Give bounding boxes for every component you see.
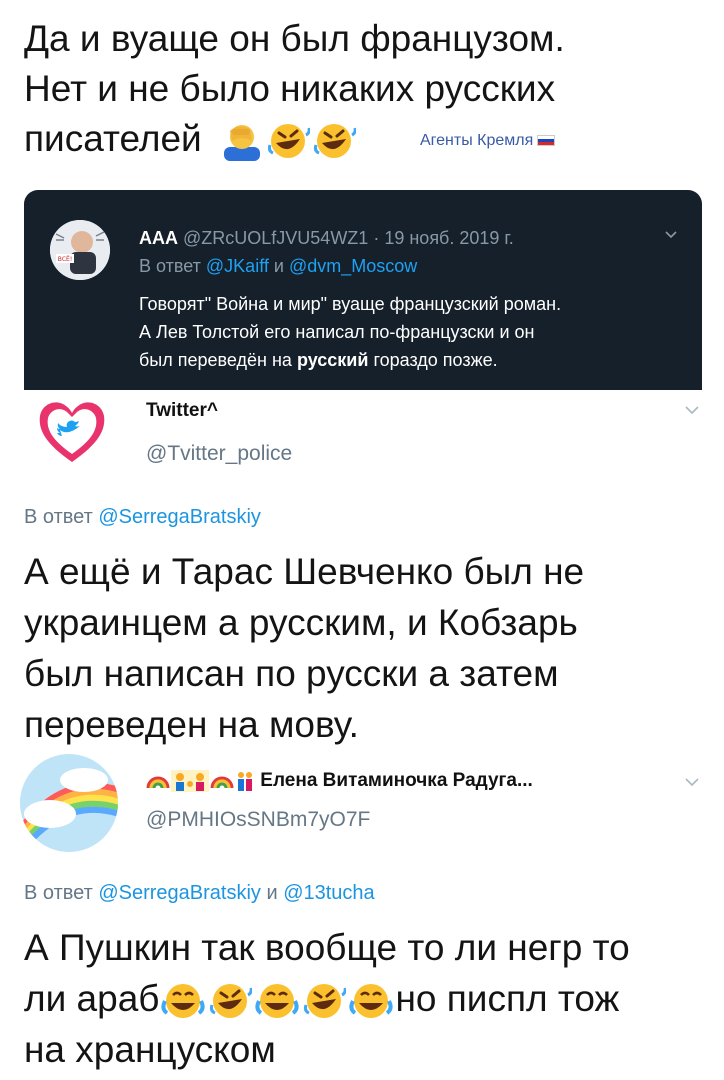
tweet2-reply-line: В ответ @SerregaBratskiy и @13tucha [24,882,375,905]
tweet2-reply-prefix: В ответ [24,882,93,904]
tweet2-name-emojis [146,770,255,792]
rainbow-emoji-icon [146,776,170,788]
tweet2-handle[interactable]: @PMHIOsSNBm7yO7F [146,808,533,832]
tweet2-line-2-end: но писпл тож [395,978,620,1019]
tweet1-handle[interactable]: @Tvitter_police [146,442,292,466]
rofl-emoji-icon [304,984,347,1019]
avatar-badge-text: ВСЁ! [58,256,73,263]
quoted-display-name[interactable]: AAA [139,228,178,248]
tweet2-line-2: ли араб но писпл тож [24,973,704,1024]
tweet2-display-name[interactable]: Елена Витаминочка Радуга... [260,770,533,791]
rofl-emoji-icon [313,124,356,159]
tweet2-user: Елена Витаминочка Радуга... @PMHIOsSNBm7… [146,770,533,832]
quoted-body-line-3: был переведён на русский гораздо позже. [139,346,679,374]
top-post-line-2: Нет и не было никаких русских [24,68,556,109]
tweet2-text-emojis [159,981,395,1021]
tweet2-text: А Пушкин так вообще то ли негр то ли ара… [24,922,704,1075]
tweet1-text: А ещё и Тарас Шевченко был не украинцем … [24,546,704,750]
tweet1-reply-prefix: В ответ [24,506,93,528]
tweet1-line-3: был написан по русски а затем [24,653,559,694]
tweet2-mention-2[interactable]: @13tucha [283,882,374,904]
top-post-line-3: писателей [24,114,704,164]
quoted-header: AAA @ZRcUOLfJVU54WZ1 · 19 нояб. 2019 г. [139,228,514,249]
joy-emoji-icon [349,984,394,1019]
quoted-body: Говорят" Война и мир" вуаще французский … [139,290,679,374]
tweet1-user: Twitter^ @Tvitter_police [146,400,292,466]
tweet1-line-4: переведен на мову. [24,704,359,745]
quoted-body-bold: русский [296,350,369,370]
rainbow-emoji-icon [210,776,234,788]
heart-twitter-avatar-icon[interactable] [36,396,108,466]
rainbow-avatar[interactable] [20,754,118,852]
quoted-reply-prefix: В ответ [139,256,201,276]
tweet1-display-name[interactable]: Twitter^ [146,400,292,422]
couple-emoji-icon [238,772,252,791]
quoted-mention-1[interactable]: @JKaiff [206,256,269,276]
quoted-body-line-2: А Лев Толстой его написал по-французски … [139,322,535,342]
quoted-body-line-1: Говорят" Война и мир" вуаще французский … [139,294,562,314]
tweet2-mention-1[interactable]: @SerregaBratskiy [98,882,261,904]
tweet1-mention[interactable]: @SerregaBratskiy [98,506,261,528]
tweet1-line-2: украинцем а русским, и Кобзарь [24,602,578,643]
watermark: Агенты Кремля [420,132,556,150]
chevron-down-icon[interactable] [684,776,700,788]
joy-emoji-icon [161,984,206,1019]
top-post-text: Да и вуаще он был французом. Нет и не бы… [24,14,704,164]
tweet2-name-row: Елена Витаминочка Радуга... [146,770,533,792]
quoted-mention-2[interactable]: @dvm_Moscow [289,256,417,276]
russian-flag-icon [537,135,556,147]
top-post-line-1: Да и вуаще он был французом. [24,18,565,59]
tweet1-line-1: А ещё и Тарас Шевченко был не [24,551,585,592]
family-emoji-icon [171,770,209,792]
putin-avatar-icon: ВСЁ! [50,220,110,280]
watermark-label: Агенты Кремля [420,132,534,149]
quoted-reply-line: В ответ @JKaiff и @dvm_Moscow [139,256,417,277]
chevron-down-icon[interactable] [684,404,700,416]
tweet2-reply-joiner: и [266,882,278,904]
facepalm-emoji-icon [223,125,260,162]
tweet1-reply-line: В ответ @SerregaBratskiy [24,506,261,529]
top-post-emojis [220,121,356,162]
quoted-date[interactable]: · 19 нояб. 2019 г. [373,228,513,248]
joy-emoji-icon [255,984,300,1019]
tweet2-line-3: на хранцуском [24,1029,276,1070]
tweet2-line-1: А Пушкин так вообще то ли негр то [24,927,630,968]
chevron-down-icon[interactable] [664,228,678,242]
quoted-body-line-3-start: был переведён на [139,350,292,370]
tweet2-line-2-start: ли араб [24,978,160,1019]
quoted-body-tail: гораздо позже. [373,350,498,370]
quoted-reply-joiner: и [273,256,284,276]
top-post-line-3-text: писателей [24,118,202,159]
quoted-avatar[interactable]: ВСЁ! [50,220,110,280]
quoted-tweet-card[interactable]: ВСЁ! AAA @ZRcUOLfJVU54WZ1 · 19 нояб. 201… [24,190,702,390]
rofl-emoji-icon [210,984,253,1019]
quoted-handle[interactable]: @ZRcUOLfJVU54WZ1 [183,228,368,248]
rofl-emoji-icon [267,124,310,159]
rainbow-cloud-icon [20,754,118,852]
